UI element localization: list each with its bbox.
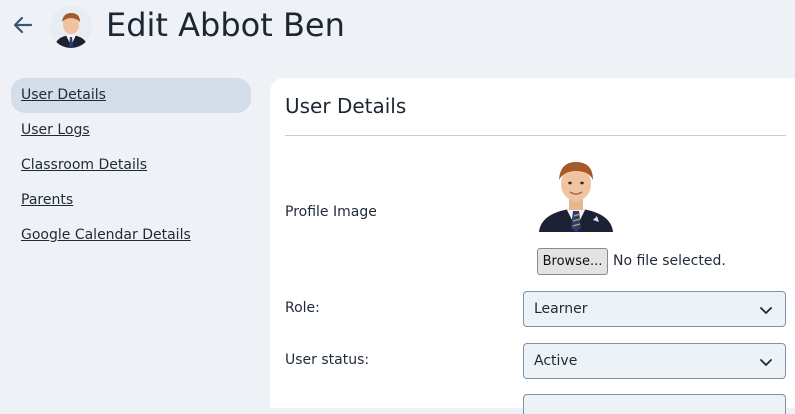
user-status-select-value: Active	[534, 353, 578, 369]
sidebar-item-parents[interactable]: Parents	[11, 183, 251, 218]
back-button[interactable]	[10, 12, 36, 38]
divider	[285, 135, 786, 136]
arrow-left-icon	[13, 16, 33, 34]
avatar	[50, 6, 92, 48]
role-select-value: Learner	[534, 301, 588, 317]
user-status-label: User status:	[285, 352, 370, 368]
next-field-partial[interactable]	[523, 394, 786, 414]
profile-image	[535, 154, 617, 234]
role-select[interactable]: Learner	[523, 291, 786, 327]
chevron-down-icon	[760, 307, 772, 314]
page-title: Edit Abbot Ben	[106, 6, 345, 44]
sidebar-item-classroom-details[interactable]: Classroom Details	[11, 148, 251, 183]
sidebar-item-google-calendar-details[interactable]: Google Calendar Details	[11, 218, 251, 253]
user-status-select[interactable]: Active	[523, 343, 786, 379]
sidebar-nav: User Details User Logs Classroom Details…	[11, 78, 251, 253]
profile-image-label: Profile Image	[285, 204, 377, 220]
file-status-text: No file selected.	[613, 253, 726, 269]
chevron-down-icon	[760, 359, 772, 366]
sidebar-item-user-logs[interactable]: User Logs	[11, 113, 251, 148]
browse-button[interactable]: Browse...	[537, 248, 608, 275]
sidebar-item-user-details[interactable]: User Details	[11, 78, 251, 113]
role-label: Role:	[285, 300, 320, 316]
page-header: Edit Abbot Ben	[0, 0, 795, 56]
section-title: User Details	[285, 94, 407, 118]
user-details-panel: User Details Profile Image Browse... No …	[270, 78, 795, 414]
